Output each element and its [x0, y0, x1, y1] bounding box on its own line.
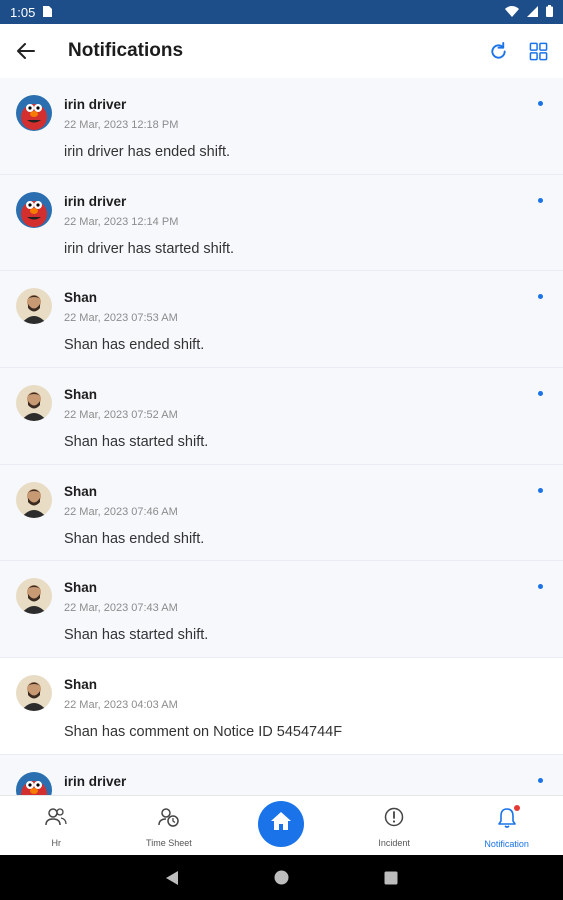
back-triangle-icon[interactable] — [165, 870, 179, 886]
sim-card-icon — [43, 5, 53, 20]
grid-icon[interactable] — [527, 40, 549, 62]
notification-item[interactable]: Shan 22 Mar, 2023 04:03 AM Shan has comm… — [0, 658, 563, 755]
bell-icon — [497, 804, 520, 833]
elmo-avatar — [16, 191, 52, 228]
notification-message: Shan has started shift. — [64, 627, 209, 644]
refresh-icon[interactable] — [487, 40, 509, 62]
recents-square-icon[interactable] — [384, 871, 398, 885]
unread-dot — [538, 584, 543, 590]
unread-dot — [538, 294, 543, 300]
status-bar: 1:05 — [0, 0, 563, 24]
notification-time: 22 Mar, 2023 07:46 AM — [64, 505, 178, 518]
nav-incident-label: Incident — [378, 838, 410, 848]
notification-message: Shan has comment on Notice ID 5454744F — [64, 724, 343, 741]
nav-notification-label: Notification — [484, 838, 529, 849]
unread-dot — [538, 197, 543, 203]
wifi-icon — [505, 5, 519, 20]
bottom-nav: Hr Time Sheet Incident Notification — [0, 795, 563, 855]
notification-message: Shan has ended shift. — [64, 530, 205, 547]
notification-time: 22 Mar, 2023 12:18 PM — [64, 119, 179, 131]
nav-notification[interactable]: Notification — [450, 796, 563, 855]
notification-message: Shan has started shift. — [64, 434, 209, 451]
elmo-avatar — [16, 771, 52, 795]
home-button[interactable] — [258, 800, 305, 847]
person-avatar — [16, 578, 52, 615]
unread-dot — [538, 391, 543, 397]
sender-name: irin driver — [64, 773, 127, 789]
nav-home — [225, 796, 338, 855]
notification-item[interactable]: irin driver 22 Mar, 2023 12:14 PM irin d… — [0, 174, 563, 272]
home-circle-icon[interactable] — [274, 870, 289, 885]
notification-message: irin driver has ended shift. — [64, 144, 231, 160]
sender-name: Shan — [64, 290, 98, 306]
notification-message: Shan has ended shift. — [64, 337, 205, 354]
unread-dot — [538, 487, 543, 493]
sender-name: irin driver — [64, 97, 127, 112]
sender-name: irin driver — [64, 193, 127, 209]
sender-name: Shan — [64, 483, 98, 499]
notification-item[interactable]: irin driver — [0, 754, 563, 795]
person-avatar — [16, 481, 52, 518]
notification-time: 22 Mar, 2023 07:53 AM — [64, 312, 178, 325]
nav-hr[interactable]: Hr — [0, 796, 113, 855]
status-time: 1:05 — [10, 4, 36, 20]
notification-item[interactable]: Shan 22 Mar, 2023 07:46 AM Shan has ende… — [0, 464, 563, 562]
home-icon — [270, 811, 292, 836]
notification-badge — [513, 804, 520, 811]
notification-time: 22 Mar, 2023 07:43 AM — [64, 602, 178, 615]
notification-item[interactable]: Shan 22 Mar, 2023 07:43 AM Shan has star… — [0, 561, 563, 659]
people-icon — [45, 807, 67, 832]
arrow-left-icon[interactable] — [14, 39, 38, 63]
system-nav-bar — [0, 855, 563, 900]
notification-list[interactable]: irin driver 22 Mar, 2023 12:18 PM irin d… — [0, 78, 563, 795]
notification-time: 22 Mar, 2023 04:03 AM — [64, 699, 178, 712]
notification-item[interactable]: Shan 22 Mar, 2023 07:53 AM Shan has ende… — [0, 271, 563, 369]
header-actions — [487, 40, 549, 62]
unread-dot — [538, 101, 543, 106]
nav-timesheet-label: Time Sheet — [146, 838, 192, 848]
sender-name: Shan — [64, 387, 98, 403]
nav-hr-label: Hr — [51, 838, 62, 848]
notification-time: 22 Mar, 2023 12:14 PM — [64, 215, 179, 228]
battery-icon — [546, 4, 553, 20]
sender-name: Shan — [64, 580, 98, 596]
notification-item[interactable]: Shan 22 Mar, 2023 07:52 AM Shan has star… — [0, 368, 563, 465]
sender-name: Shan — [64, 677, 98, 693]
notification-time: 22 Mar, 2023 07:52 AM — [64, 409, 178, 422]
notification-item[interactable]: irin driver 22 Mar, 2023 12:18 PM irin d… — [0, 78, 563, 175]
notification-message: irin driver has started shift. — [64, 240, 235, 257]
app-bar: Notifications — [0, 24, 563, 78]
nav-timesheet[interactable]: Time Sheet — [113, 796, 226, 855]
nav-incident[interactable]: Incident — [338, 796, 451, 855]
person-avatar — [16, 385, 52, 422]
unread-dot — [538, 777, 543, 783]
page-title: Notifications — [68, 40, 184, 61]
user-clock-icon — [158, 807, 180, 832]
elmo-avatar — [16, 95, 52, 131]
person-avatar — [16, 288, 52, 325]
person-avatar — [16, 675, 52, 712]
signal-icon — [527, 5, 538, 20]
alert-circle-icon — [384, 807, 404, 832]
